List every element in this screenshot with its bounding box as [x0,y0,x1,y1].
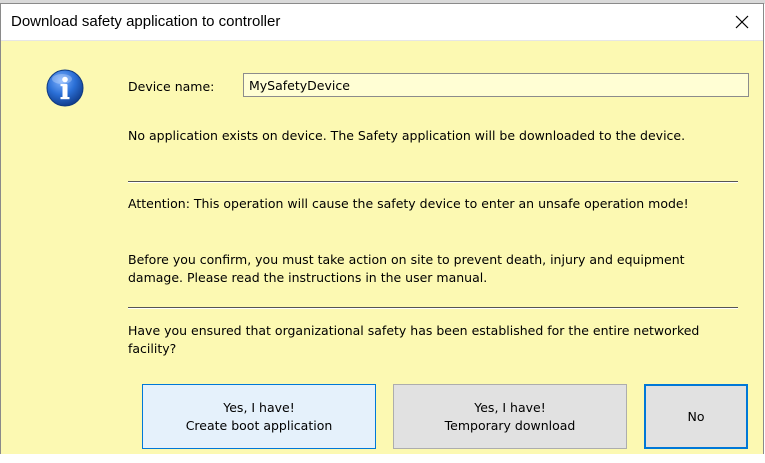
close-icon [735,15,749,29]
dialog-title: Download safety application to controlle… [11,13,281,30]
separator-2 [128,307,738,309]
dialog-body: Device name: No application exists on de… [1,41,763,457]
info-icon [46,69,84,107]
yes-create-boot-application-button[interactable]: Yes, I have! Create boot application [142,384,376,449]
yes-boot-line2: Create boot application [185,417,333,433]
background-bottom [0,454,765,463]
attention-message: Attention: This operation will cause the… [128,196,689,211]
device-name-label: Device name: [128,79,215,94]
yes-temp-line1: Yes, I have! [474,399,546,415]
organizational-safety-question: Have you ensured that organizational saf… [128,323,700,356]
device-name-field[interactable] [243,73,749,97]
title-bar: Download safety application to controlle… [1,4,763,41]
no-application-message: No application exists on device. The Saf… [128,128,686,143]
yes-boot-line1: Yes, I have! [223,399,295,415]
safety-download-dialog: Download safety application to controlle… [0,3,764,458]
confirm-warning-message: Before you confirm, you must take action… [128,252,685,285]
no-button-label: No [687,408,705,424]
yes-temp-line2: Temporary download [444,417,576,433]
no-button[interactable]: No [644,384,748,449]
yes-temporary-download-button[interactable]: Yes, I have! Temporary download [393,384,627,449]
close-button[interactable] [725,6,759,38]
separator-1 [128,181,738,183]
